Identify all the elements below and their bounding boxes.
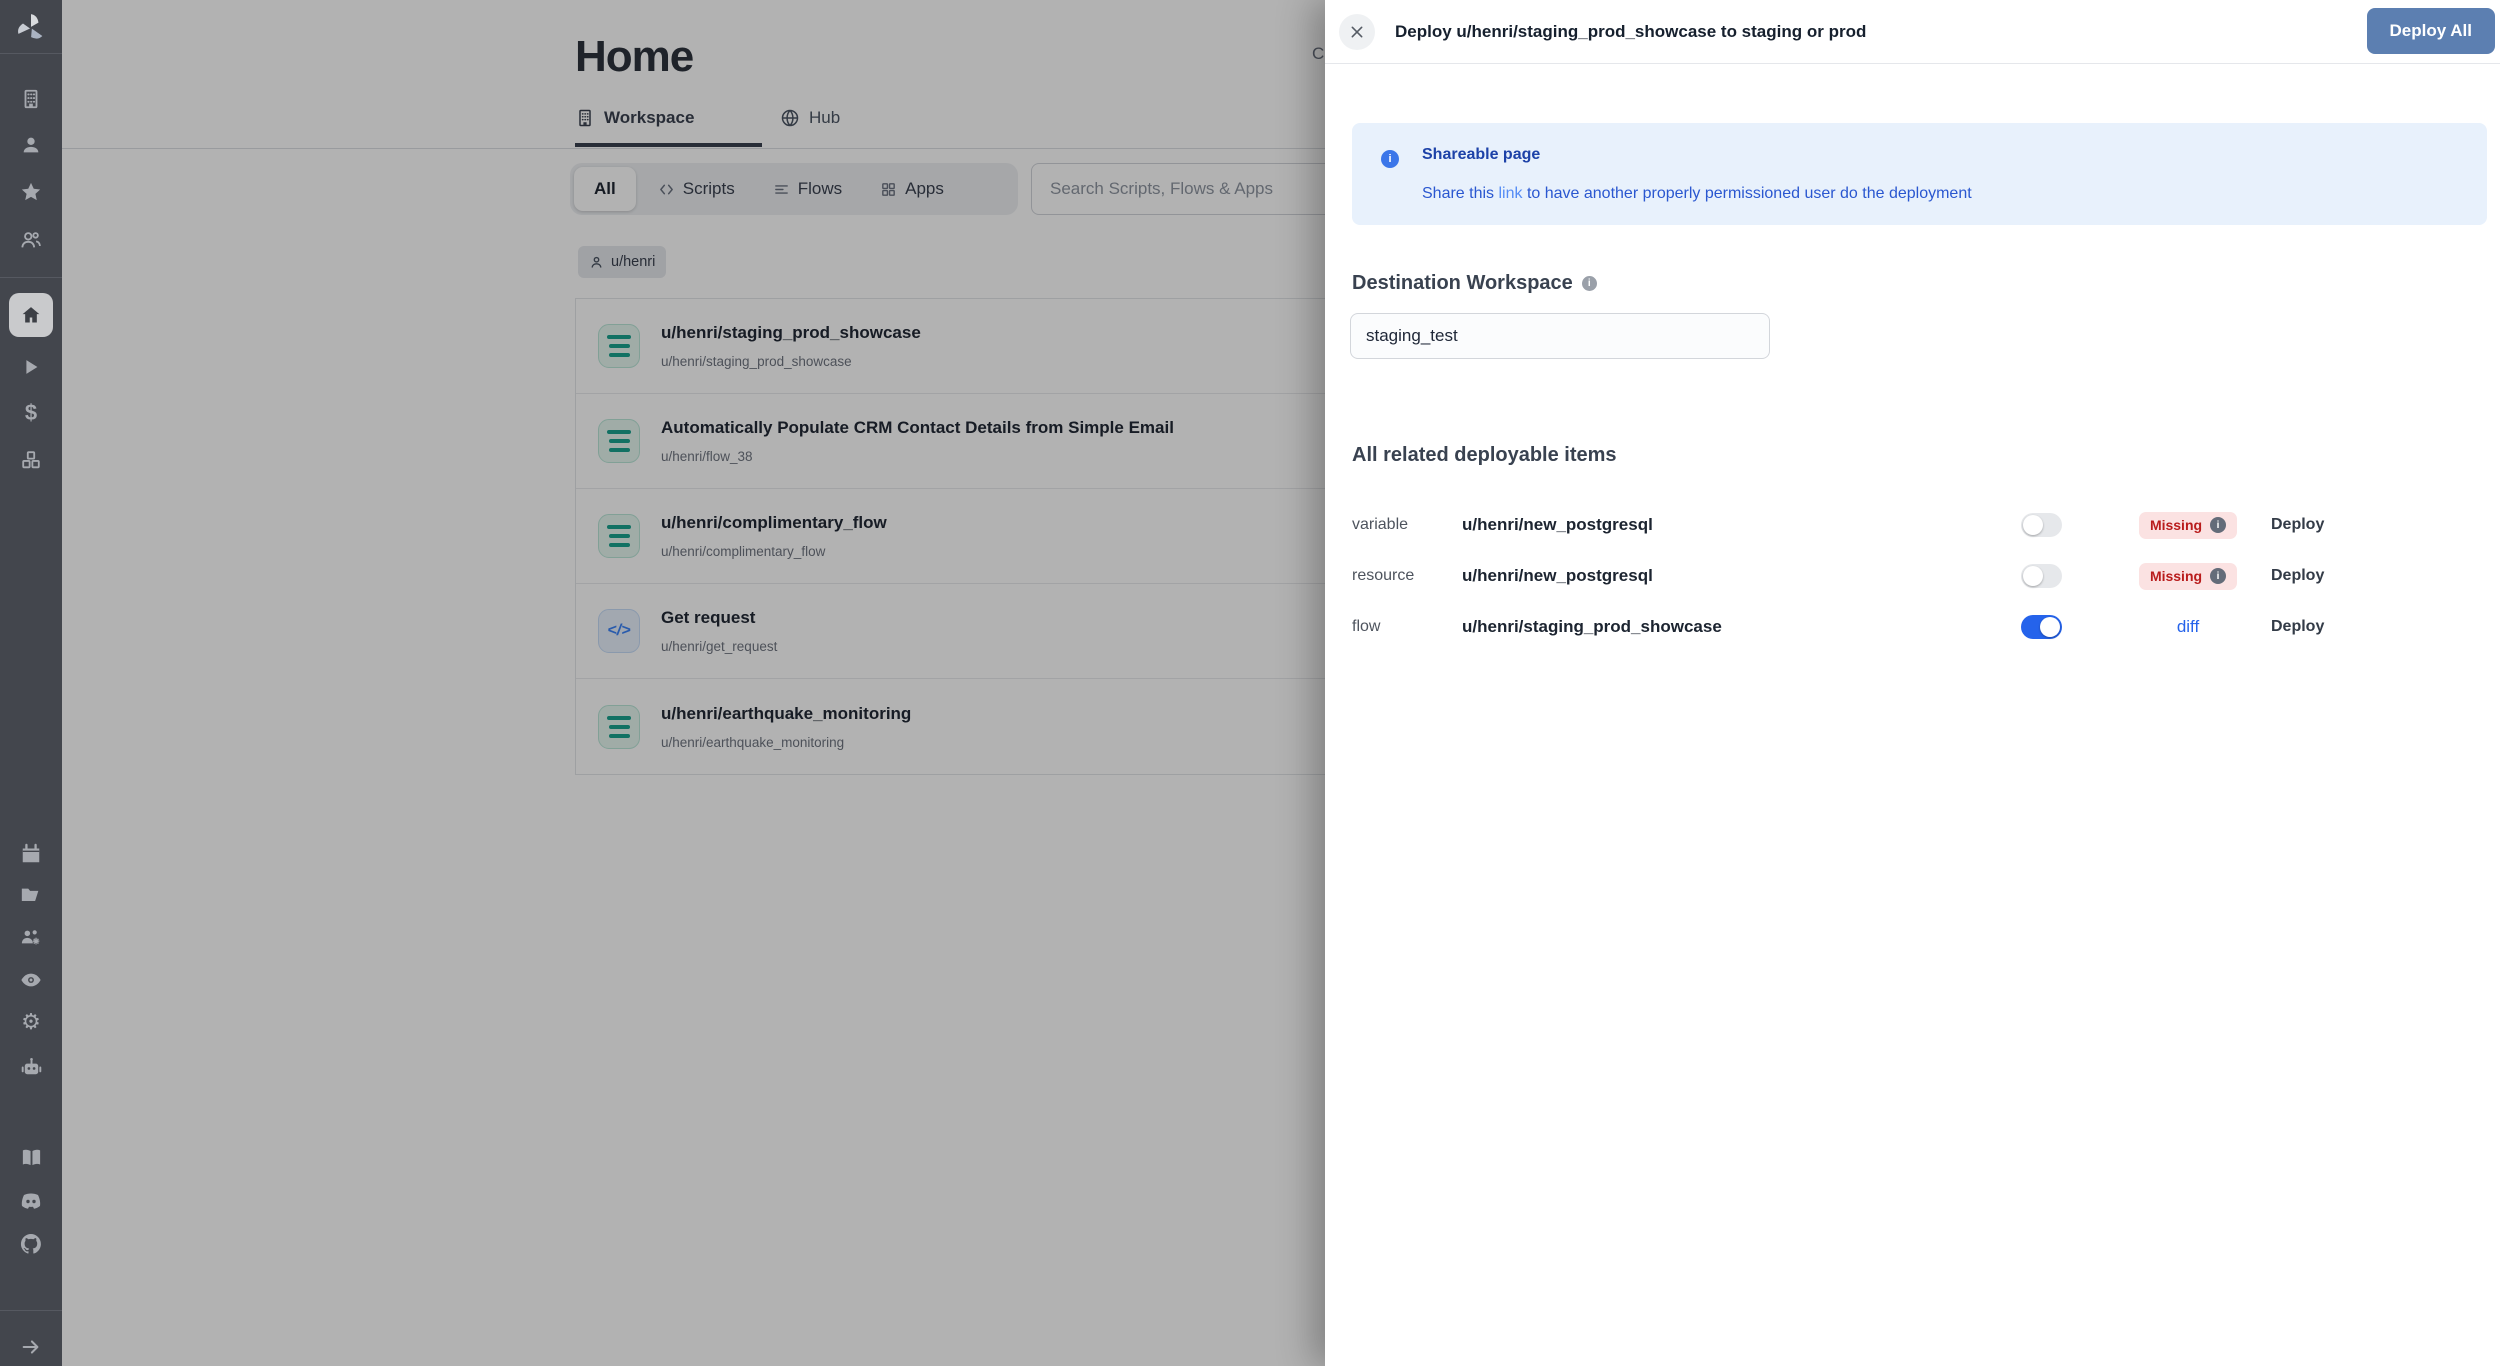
deployable-row-flow: flow u/henri/staging_prod_showcase diff … bbox=[1325, 607, 2500, 647]
deploy-toggle[interactable] bbox=[2021, 615, 2062, 639]
drawer-title: Deploy u/henri/staging_prod_showcase to … bbox=[1395, 0, 1866, 64]
discord-icon[interactable] bbox=[0, 1189, 62, 1213]
missing-badge: Missingi bbox=[2139, 563, 2237, 590]
groups-settings-icon[interactable] bbox=[0, 926, 62, 948]
deploy-button[interactable]: Deploy bbox=[2271, 567, 2324, 585]
info-icon[interactable]: i bbox=[2210, 568, 2226, 584]
deploy-toggle[interactable] bbox=[2021, 564, 2062, 588]
sidebar-divider bbox=[0, 53, 62, 54]
sidebar-divider bbox=[0, 277, 62, 278]
github-icon[interactable] bbox=[0, 1232, 62, 1256]
deploy-drawer: Deploy u/henri/staging_prod_showcase to … bbox=[1325, 0, 2500, 1366]
audit-logs-eye-icon[interactable] bbox=[0, 969, 62, 991]
variables-dollar-icon[interactable]: $ bbox=[0, 402, 62, 424]
sidebar-divider bbox=[0, 1310, 62, 1311]
home-icon[interactable] bbox=[9, 293, 53, 337]
shareable-page-info-box: i Shareable page Share this link to have… bbox=[1352, 123, 2487, 225]
deploy-button[interactable]: Deploy bbox=[2271, 618, 2324, 636]
deploy-button[interactable]: Deploy bbox=[2271, 516, 2324, 534]
deployable-row-variable: variable u/henri/new_postgresql Missingi… bbox=[1325, 505, 2500, 545]
deployable-items-heading: All related deployable items bbox=[1352, 444, 1617, 467]
workspace-building-icon[interactable] bbox=[0, 88, 62, 110]
windmill-logo[interactable] bbox=[0, 12, 62, 44]
schedules-calendar-icon[interactable] bbox=[0, 843, 62, 865]
diff-link[interactable]: diff bbox=[2177, 617, 2199, 637]
runs-play-icon[interactable] bbox=[0, 356, 62, 378]
missing-badge: Missingi bbox=[2139, 512, 2237, 539]
docs-book-icon[interactable] bbox=[0, 1146, 62, 1169]
collapse-arrow-icon[interactable] bbox=[0, 1336, 62, 1358]
drawer-header: Deploy u/henri/staging_prod_showcase to … bbox=[1325, 0, 2500, 64]
info-icon[interactable]: i bbox=[2210, 517, 2226, 533]
folders-icon[interactable] bbox=[0, 884, 62, 906]
info-icon: i bbox=[1381, 150, 1399, 168]
row-kind: resource bbox=[1352, 567, 1414, 585]
user-icon[interactable] bbox=[0, 134, 62, 156]
destination-workspace-heading: Destination Workspace i bbox=[1352, 272, 1597, 295]
row-kind: variable bbox=[1352, 516, 1408, 534]
deploy-all-button[interactable]: Deploy All bbox=[2367, 8, 2496, 54]
share-link[interactable]: link bbox=[1498, 185, 1522, 202]
destination-workspace-input[interactable] bbox=[1350, 313, 1770, 359]
row-name: u/henri/staging_prod_showcase bbox=[1462, 617, 1722, 637]
groups-icon[interactable] bbox=[0, 229, 62, 251]
row-name: u/henri/new_postgresql bbox=[1462, 566, 1653, 586]
workers-robot-icon[interactable] bbox=[0, 1056, 62, 1079]
info-title: Shareable page bbox=[1422, 146, 1540, 164]
resources-cubes-icon[interactable] bbox=[0, 449, 62, 471]
info-body: Share this link to have another properly… bbox=[1422, 185, 1972, 203]
settings-gear-icon[interactable]: ⚙ bbox=[0, 1011, 62, 1033]
sidebar: $ ⚙ bbox=[0, 0, 62, 1366]
favorites-star-icon[interactable] bbox=[0, 181, 62, 203]
close-icon[interactable] bbox=[1339, 14, 1375, 50]
row-name: u/henri/new_postgresql bbox=[1462, 515, 1653, 535]
deploy-toggle[interactable] bbox=[2021, 513, 2062, 537]
info-icon[interactable]: i bbox=[1582, 276, 1597, 291]
deployable-row-resource: resource u/henri/new_postgresql Missingi… bbox=[1325, 556, 2500, 596]
row-kind: flow bbox=[1352, 618, 1380, 636]
